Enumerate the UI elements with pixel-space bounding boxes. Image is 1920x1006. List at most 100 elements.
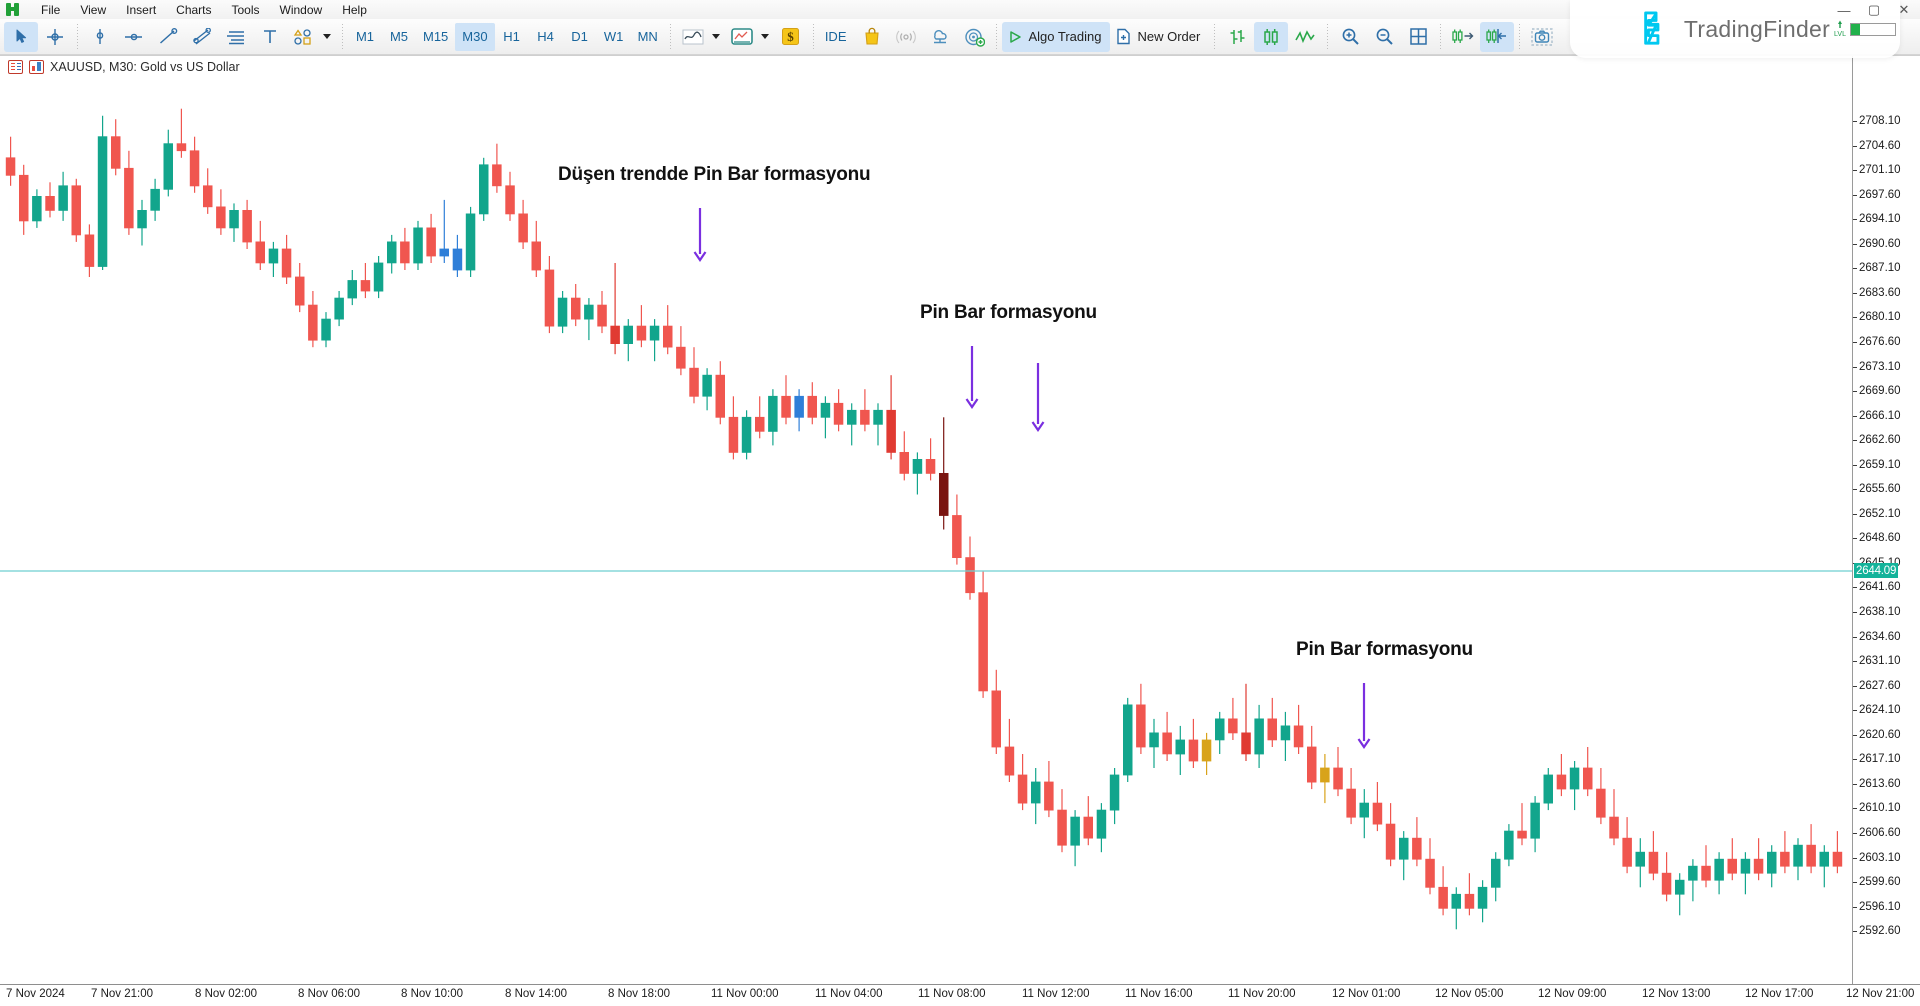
price-tick-label: 2676.60 [1859,335,1901,348]
time-tick-label: 11 Nov 00:00 [711,988,779,1000]
templates-dropdown-icon[interactable] [760,34,769,39]
time-tick-label: 8 Nov 10:00 [401,988,464,1000]
candle [347,270,357,306]
market-bag-icon[interactable] [855,22,889,52]
metatrader-window: File View Insert Charts Tools Window Help — ▢ … [0,0,1920,1006]
candle [124,150,134,235]
menu-charts[interactable]: Charts [166,1,221,19]
price-tick: 2659.10 [1853,459,1901,471]
bar-chart-icon[interactable] [1220,22,1254,52]
dollar-icon[interactable]: $ [774,22,808,52]
vertical-line-icon[interactable] [83,22,117,52]
signals-icon[interactable] [889,22,923,52]
candle [1530,796,1540,853]
candle [84,224,95,277]
candle [426,213,436,263]
tile-windows-icon[interactable] [1401,22,1435,52]
ide-button[interactable]: IDE [819,22,856,52]
zoom-in-icon[interactable] [1333,22,1367,52]
candle [1004,718,1015,782]
price-tick-label: 2687.10 [1859,262,1901,275]
candle [1740,852,1751,895]
shapes-icon[interactable] [287,22,321,52]
algo-trading-button[interactable]: Algo Trading [1002,21,1111,52]
lvl-icon: LVL [1834,20,1846,38]
price-tick: 2627.60 [1853,680,1901,692]
fibonacci-icon[interactable] [219,22,253,52]
price-tick-label: 2666.10 [1859,409,1901,422]
line-chart-icon[interactable] [676,22,710,52]
candle [97,115,108,270]
time-tick-label: 11 Nov 04:00 [815,988,883,1000]
auto-scroll-icon[interactable] [1480,21,1515,52]
play-icon [1010,30,1022,43]
price-tick-label: 2638.10 [1859,606,1901,618]
timeframe-m15[interactable]: M15 [416,23,455,51]
vps-cloud-icon[interactable] [923,22,957,52]
candle [1727,838,1738,881]
price-tick-label: 2690.60 [1859,237,1901,250]
candle [1596,768,1606,825]
horizontal-line-icon[interactable] [117,22,151,52]
menu-tools[interactable]: Tools [222,1,270,19]
trendline-icon[interactable] [151,22,185,52]
candle [439,199,449,263]
timeframe-h1[interactable]: H1 [495,23,529,51]
menu-help[interactable]: Help [332,1,377,19]
line-chart-type-icon[interactable] [1288,22,1322,52]
timeframe-w1[interactable]: W1 [597,23,631,51]
candle [1136,683,1146,754]
zoom-out-icon[interactable] [1367,22,1401,52]
price-tick-label: 2669.60 [1859,385,1901,398]
minimize-button[interactable]: — [1836,3,1852,18]
price-tick: 2638.10 [1853,606,1901,618]
templates-icon[interactable] [725,22,759,52]
indicators-dropdown-icon[interactable] [711,34,720,39]
candle [1569,761,1580,811]
candle [820,396,831,439]
time-tick-label: 12 Nov 13:00 [1642,988,1711,1000]
cursor-icon[interactable] [4,21,38,52]
timeframe-m1[interactable]: M1 [348,23,382,51]
chart-plot[interactable] [0,56,1852,985]
candle [255,220,265,270]
annotation-arrow-secondary [1031,363,1045,432]
time-scale[interactable]: 7 Nov 2024 7 Nov 21:00 8 Nov 02:00 8 Nov 06… [0,984,1920,1006]
candle [518,199,528,249]
candle [137,199,147,246]
candle [1215,711,1225,754]
chart-shift-icon[interactable] [1446,22,1480,52]
shapes-dropdown-icon[interactable] [323,34,331,39]
price-tick: 2673.10 [1853,361,1901,373]
menu-file[interactable]: File [31,1,70,19]
price-tick: 2652.10 [1853,508,1901,520]
new-order-button[interactable]: New Order [1110,22,1209,52]
copy-trading-icon[interactable] [957,22,991,52]
candle [1819,845,1830,888]
menu-window[interactable]: Window [270,1,333,19]
candle [610,263,620,355]
price-tick: 2697.60 [1853,189,1901,201]
timeframe-d1[interactable]: D1 [563,23,597,51]
polyline-icon[interactable] [185,22,219,52]
maximize-button[interactable]: ▢ [1866,2,1882,18]
timeframe-h4[interactable]: H4 [529,23,563,51]
candle [1635,838,1646,888]
screenshot-icon[interactable] [1525,22,1559,52]
text-icon[interactable] [253,22,287,52]
price-tick: 2596.10 [1853,901,1901,913]
chart-title-text: XAUUSD, M30: Gold vs US Dollar [50,60,240,74]
price-scale[interactable]: 2708.10 2704.60 2701.10 2697.60 2694.10 2690.… [1852,56,1920,985]
crosshair-icon[interactable] [38,22,72,52]
timeframe-m30[interactable]: M30 [455,22,495,51]
chart-window[interactable]: XAUUSD, M30: Gold vs US Dollar Düşen tre… [0,55,1920,1006]
candle [492,143,502,193]
timeframe-m5[interactable]: M5 [382,23,416,51]
close-button[interactable]: ✕ [1896,2,1912,18]
toolbar-separator [77,23,78,50]
menu-view[interactable]: View [70,1,116,19]
menu-insert[interactable]: Insert [116,1,166,19]
candlestick-chart-icon[interactable] [1254,21,1289,52]
timeframe-mn[interactable]: MN [631,23,665,51]
candle [1254,704,1264,768]
